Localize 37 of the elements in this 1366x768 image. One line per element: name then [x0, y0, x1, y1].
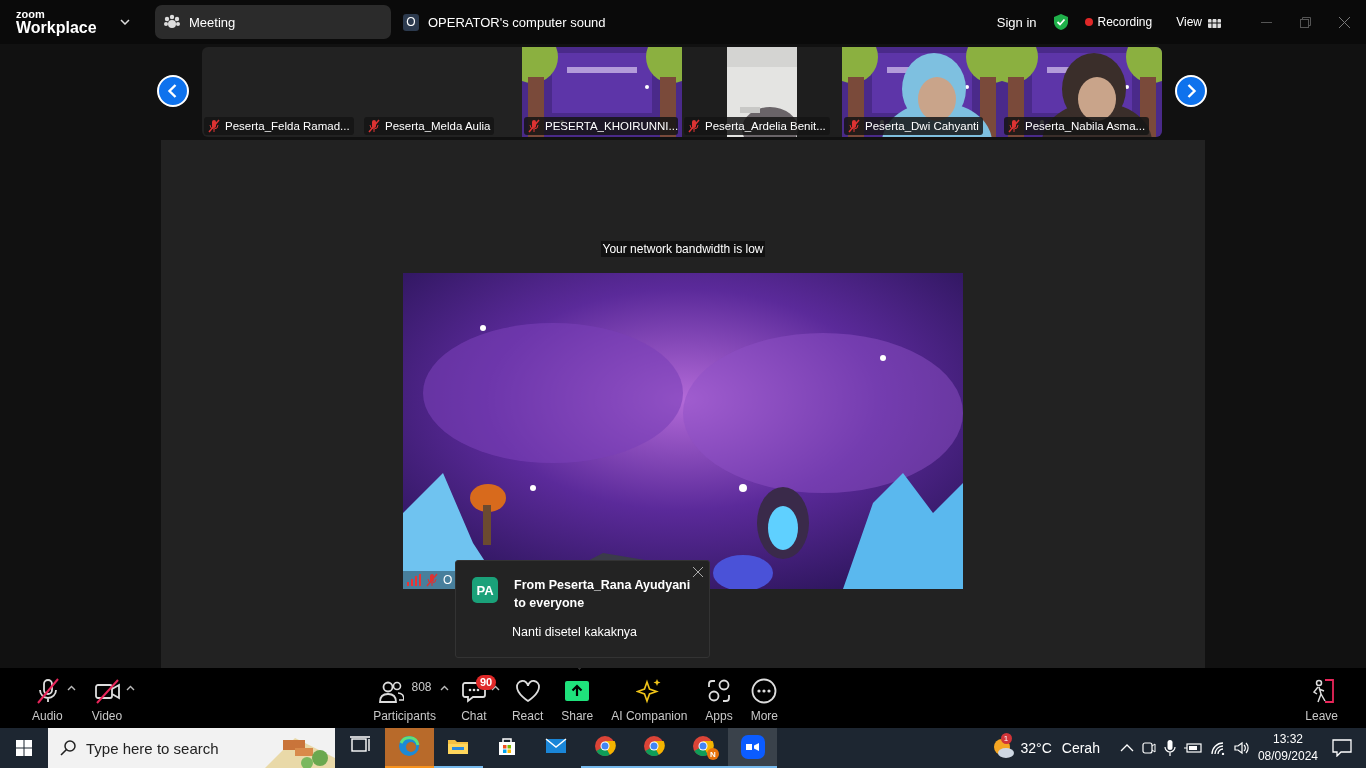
speaker-name: O — [443, 573, 453, 587]
avatar: PA — [472, 577, 498, 603]
logo-wordmark: zoom — [16, 8, 46, 20]
meeting-tab[interactable]: Meeting — [155, 5, 391, 39]
app-name: Workplace — [16, 19, 98, 36]
source-badge: O — [403, 13, 419, 31]
recording-label: Recording — [1097, 15, 1153, 29]
unread-badge: 90 — [475, 675, 497, 690]
clock-date: 08/09/2024 — [1257, 748, 1318, 765]
temperature: 32°C — [1020, 740, 1052, 756]
view-button[interactable]: View — [1176, 15, 1202, 29]
participant-name: Peserta_Felda Ramad... — [225, 120, 350, 132]
sender-line: From Peserta_Rana Ayudyani to everyone — [514, 577, 692, 612]
clock-time: 13:32 — [1272, 731, 1303, 748]
participant-name: Peserta_Melda Aulia — [385, 120, 491, 132]
alert-badge: 1 — [1000, 733, 1012, 744]
chat-message: Nanti disetel kakaknya — [512, 625, 639, 639]
participant-name: Peserta_Dwi Cahyanti — [865, 120, 979, 132]
apps-button[interactable]: Apps — [699, 668, 739, 729]
sign-in-link[interactable]: Sign in — [996, 14, 1037, 30]
audio-button[interactable]: Audio — [26, 668, 69, 729]
weather-condition: Cerah — [1061, 740, 1100, 756]
search-bar[interactable]: Type here to search — [48, 728, 335, 768]
more-button[interactable]: More — [744, 668, 785, 729]
network-warning: Your network bandwidth is low — [600, 241, 766, 257]
participant-name: PESERTA_KHOIRUNNI... — [545, 120, 679, 132]
share-button[interactable]: Share — [555, 668, 600, 729]
audio-source-label: OPERATOR's computer sound — [428, 14, 606, 30]
video-button[interactable]: Video — [85, 668, 129, 729]
profile-badge: N — [707, 748, 719, 760]
ai-companion-button[interactable]: AI Companion — [605, 668, 694, 729]
react-button[interactable]: React — [505, 668, 550, 729]
participants-button[interactable]: 808 Participants — [367, 668, 442, 729]
leave-button[interactable]: Leave — [1299, 668, 1344, 729]
participant-name: Peserta_Ardelia Benit... — [705, 120, 826, 132]
participant-name: Peserta_Nabila Asma... — [1025, 120, 1146, 132]
search-input[interactable]: Type here to search — [86, 739, 236, 757]
